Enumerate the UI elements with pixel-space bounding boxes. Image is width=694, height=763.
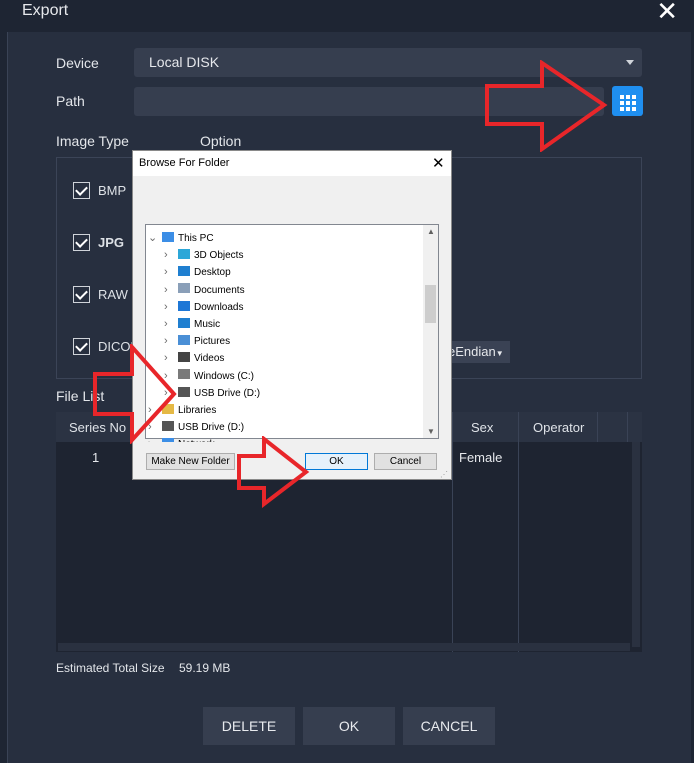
annotation-arrow-path [485,60,608,152]
grid-icon [632,101,636,105]
music-icon [178,317,190,328]
window-title: Export [22,2,69,19]
pictures-icon [178,334,190,345]
estimated-size-label: Estimated Total Size [56,661,165,675]
column-header-operator[interactable]: Operator [533,420,584,435]
bmp-label: BMP [98,183,127,198]
grid-icon [620,95,624,99]
grid-icon [620,101,624,105]
tree-item[interactable]: › 3D Objects [164,245,244,262]
tree-item-label: USB Drive (D:) [178,422,245,434]
dialog-cancel-button[interactable]: Cancel [374,453,437,470]
tree-item-label: Libraries [178,405,217,416]
annotation-arrow-ok [237,436,310,508]
resize-grip-icon[interactable]: ⋰ [440,470,448,479]
chevron-down-icon: ▼ [495,349,504,358]
chevron-down-icon [626,60,634,65]
tree-item-label: Pictures [194,336,231,348]
chevron-up-icon[interactable]: ▲ [427,227,435,236]
grid-icon [626,95,630,99]
annotation-arrow-tree [93,344,177,444]
arrow-shape [485,60,608,152]
desktop-icon [178,266,190,277]
file-list-scrollbar[interactable] [632,442,640,647]
tree-scrollbar-thumb[interactable] [425,285,436,323]
table-row-series-no[interactable]: 1 [92,450,99,465]
chevron-right-icon[interactable]: › [164,249,178,261]
device-select-value: Local DISK [149,54,220,70]
browse-button[interactable] [612,86,643,116]
tree-item-label: Network [178,439,215,442]
make-new-folder-button[interactable]: Make New Folder [146,453,235,470]
tree-item[interactable]: › Desktop [164,262,231,279]
tree-item[interactable]: › Music [164,314,221,330]
tree-item-label: Documents [194,284,245,296]
path-label: Path [56,93,85,109]
document-icon [178,283,190,294]
drive-icon [178,369,190,380]
jpg-label: JPG [98,235,125,250]
dialog-ok-button[interactable]: OK [305,453,368,470]
table-row-sex[interactable]: Female [459,450,502,465]
close-icon[interactable]: ✕ [656,0,678,24]
cancel-button[interactable]: CANCEL [403,707,495,745]
tree-item-label: This PC [178,233,214,244]
chevron-down-icon[interactable]: ▼ [427,427,435,436]
chevron-down-icon[interactable]: ⌄ [148,231,162,244]
tree-item[interactable]: › USB Drive (D:) [164,383,261,399]
raw-checkbox[interactable] [73,286,90,303]
endian-value: eEndian [448,344,496,359]
download-icon [178,300,190,311]
column-divider [627,412,628,442]
tree-item-label: Music [194,319,221,330]
chevron-right-icon[interactable]: › [164,284,178,296]
tree-item-label: Videos [194,353,225,365]
device-label: Device [56,55,99,71]
estimated-size-value: 59.19 MB [179,661,231,675]
column-divider [597,412,598,442]
cube-icon [178,248,190,259]
dialog-title: Browse For Folder [139,157,230,169]
tree-item-label: 3D Objects [194,250,244,262]
dialog-close-icon[interactable]: ✕ [432,154,445,172]
tree-item-label: USB Drive (D:) [194,387,261,399]
tree-item[interactable]: › Documents [164,280,245,296]
column-header-sex[interactable]: Sex [471,420,493,435]
grid-icon [626,107,630,111]
tree-item[interactable]: ⌄ This PC [148,228,214,244]
file-list-hscrollbar[interactable] [58,643,630,651]
arrow-shape [93,344,177,444]
tree-item-label: Windows (C:) [194,370,255,382]
option-label: Option [200,133,242,149]
grid-icon [632,95,636,99]
usb-drive-icon [178,386,190,397]
chevron-right-icon[interactable]: › [164,266,178,278]
delete-button[interactable]: DELETE [203,707,295,745]
tree-scrollbar[interactable] [423,225,438,438]
jpg-checkbox[interactable] [73,234,90,251]
video-icon [178,352,190,363]
image-type-label: Image Type [56,133,129,149]
dicom-checkbox[interactable] [73,338,90,355]
dicom-endian-select[interactable]: eEndian▼ [446,341,510,363]
tree-item-label: Desktop [194,267,231,279]
grid-icon [626,101,630,105]
raw-label: RAW [98,287,128,302]
arrow-shape [237,436,310,508]
column-divider [518,412,519,652]
bmp-checkbox[interactable] [73,182,90,199]
chevron-right-icon[interactable]: › [164,318,178,330]
computer-icon [162,231,174,242]
ok-button[interactable]: OK [303,707,395,745]
column-divider [452,412,453,652]
tree-item-label: Downloads [194,301,244,313]
grid-icon [632,107,636,111]
chevron-right-icon[interactable]: › [164,301,178,313]
tree-item[interactable]: › Downloads [164,297,244,313]
grid-icon [620,107,624,111]
